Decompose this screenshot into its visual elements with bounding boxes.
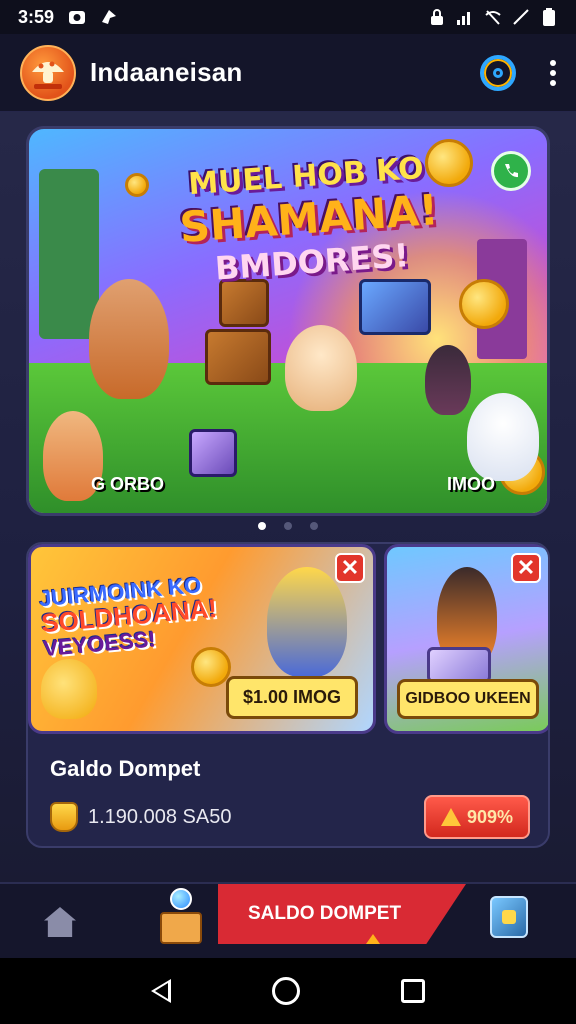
bird-app-icon	[100, 8, 118, 26]
crown-icon	[440, 808, 461, 826]
coin-illustration	[125, 173, 149, 197]
nav-cube-button[interactable]	[490, 896, 528, 938]
home-circle-icon[interactable]	[271, 977, 300, 1005]
wallet-card: JUIRMOINK KO SOLDHOANA! VEYOESS! $1.00 I…	[26, 542, 550, 848]
app-logo[interactable]	[20, 44, 76, 101]
target-button[interactable]	[480, 54, 516, 91]
promo-card-primary[interactable]: JUIRMOINK KO SOLDHOANA! VEYOESS! $1.00 I…	[28, 544, 376, 734]
phone-icon[interactable]	[491, 151, 531, 191]
chest-illustration	[359, 279, 431, 335]
hero-caption-right: IMOO	[447, 474, 495, 494]
coin-bag-icon	[50, 802, 78, 832]
wallet-title: Galdo Dompet	[50, 756, 201, 781]
promo-price-tag: $1.00 IMOG	[226, 676, 359, 719]
home-icon	[44, 907, 76, 937]
target-icon	[493, 67, 503, 78]
carousel-dot[interactable]	[310, 522, 318, 530]
signal-icon	[456, 8, 474, 26]
small-character	[425, 345, 471, 415]
bear-builder-character	[267, 567, 347, 677]
recent-apps-icon[interactable]	[401, 979, 426, 1003]
carousel-dot[interactable]	[284, 522, 292, 530]
hero-caption-left: G ORBO	[91, 474, 165, 494]
pedestal-illustration	[427, 647, 491, 683]
carousel-dot[interactable]	[258, 522, 266, 530]
hero-banner[interactable]: MUEL HOB KO SHAMANA! BMDORES! G ORBO IMO…	[26, 126, 550, 516]
app-bar: Indaaneisan	[0, 34, 576, 112]
bear-character	[285, 325, 357, 411]
coin-illustration	[459, 279, 509, 329]
coin-illustration	[191, 647, 231, 687]
status-time: 3:59	[18, 6, 55, 27]
carousel-indicator	[0, 522, 576, 530]
wifi-off-icon	[484, 8, 502, 26]
main-content: MUEL HOB KO SHAMANA! BMDORES! G ORBO IMO…	[0, 112, 576, 882]
no-signal-icon	[512, 8, 530, 26]
close-icon[interactable]: ✕	[511, 553, 541, 583]
smiley-character	[41, 659, 97, 719]
hero-headline: MUEL HOB KO SHAMANA! BMDORES!	[177, 150, 440, 288]
wallet-balance: 1.190.008 SA50	[88, 805, 232, 828]
nav-home-button[interactable]	[38, 900, 82, 944]
promo-secondary-tag: GIDBOO UKEEN	[397, 679, 539, 719]
saldo-dompet-button[interactable]: SALDO DOMPET	[218, 884, 466, 944]
close-icon[interactable]: ✕	[335, 553, 365, 583]
crate-illustration	[205, 329, 271, 385]
gem-block-illustration	[189, 429, 237, 477]
building-illustration	[39, 169, 99, 339]
app-title: Indaaneisan	[90, 57, 243, 87]
bottom-nav: SALDO DOMPET	[0, 882, 576, 958]
wallet-balance-row: 1.190.008 SA50 909%	[50, 794, 530, 840]
mushroom-logo-icon	[32, 61, 64, 89]
nav-gift-button[interactable]	[156, 888, 206, 944]
bonus-percent-button[interactable]: 909%	[424, 795, 530, 839]
promo-card-secondary[interactable]: GIDBOO UKEEN ✕	[384, 544, 548, 734]
system-nav-bar	[0, 958, 576, 1024]
camera-app-icon	[68, 8, 86, 26]
more-options-icon[interactable]	[550, 59, 556, 86]
battery-icon	[540, 8, 558, 26]
status-bar: 3:59	[0, 0, 576, 34]
back-icon[interactable]	[150, 979, 171, 1003]
white-bear-character	[467, 393, 539, 481]
gift-box-icon	[160, 912, 202, 944]
adventurer-character	[89, 279, 169, 399]
lock-icon	[428, 8, 446, 26]
cube-icon	[502, 910, 516, 924]
